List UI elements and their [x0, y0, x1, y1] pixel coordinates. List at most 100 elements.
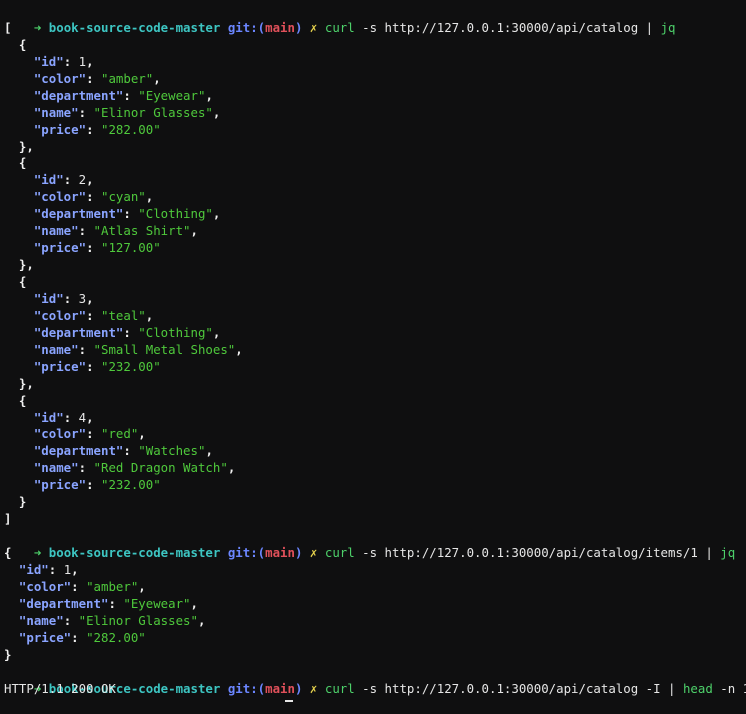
json-key: "name"	[33, 460, 79, 476]
json-field-price: "price": "232.00"	[33, 477, 161, 493]
json-line: },	[18, 138, 34, 154]
prompt-branch: main	[265, 19, 295, 35]
json-field-name: "name": "Small Metal Shoes",	[33, 341, 243, 357]
json-value: "Elinor Glasses"	[93, 104, 213, 120]
json-field-id: "id": 1,	[33, 53, 94, 69]
json-value: 4	[78, 409, 87, 425]
prompt-line: ➜ book-source-code-master git:(main) ✗ c…	[33, 680, 746, 696]
json-line: ]	[4, 511, 12, 527]
json-field-price: "price": "282.00"	[33, 121, 161, 137]
json-field-department: "department": "Eyewear",	[18, 595, 198, 611]
json-key: "id"	[33, 290, 64, 306]
json-value: "Small Metal Shoes"	[93, 341, 236, 357]
pipe-command: head	[682, 680, 713, 696]
prompt-directory: book-source-code-master	[48, 545, 221, 561]
json-key: "id"	[18, 561, 49, 577]
json-key: "department"	[33, 206, 124, 222]
json-key: "price"	[33, 240, 87, 256]
json-value: "red"	[100, 426, 139, 442]
json-value: "amber"	[100, 70, 154, 86]
json-key: "price"	[33, 358, 87, 374]
json-line: }	[18, 494, 27, 510]
json-field-id: "id": 2,	[33, 172, 94, 188]
json-key: "color"	[33, 70, 87, 86]
json-value: 1	[78, 53, 87, 69]
prompt-line: ➜ book-source-code-master git:(main) ✗ c…	[33, 19, 676, 35]
prompt-branch: main	[265, 545, 295, 561]
json-value: "282.00"	[86, 629, 146, 645]
json-key: "id"	[33, 409, 64, 425]
json-field-price: "price": "282.00"	[18, 629, 146, 645]
json-key: "department"	[33, 324, 124, 340]
prompt-git-label: git:	[227, 545, 258, 561]
json-value: "amber"	[86, 578, 139, 594]
json-field-id: "id": 1,	[18, 561, 79, 577]
json-key: "color"	[33, 426, 87, 442]
prompt-line: ➜ book-source-code-master git:(main) ✗ c…	[33, 545, 736, 561]
json-value: "127.00"	[100, 240, 161, 256]
json-line: {	[18, 155, 27, 171]
prompt-git-label: git:	[227, 680, 258, 696]
json-key: "price"	[33, 477, 87, 493]
json-key: "color"	[33, 307, 87, 323]
json-line: {	[18, 392, 27, 408]
json-value: "232.00"	[100, 477, 161, 493]
prompt-branch: main	[265, 680, 295, 696]
command-args: -s http://127.0.0.1:30000/api/catalog |	[354, 19, 661, 35]
json-line: },	[18, 375, 34, 391]
command-name: curl	[324, 680, 355, 696]
json-value: "232.00"	[100, 358, 161, 374]
json-value: 2	[78, 172, 87, 188]
json-field-color: "color": "teal",	[33, 307, 154, 323]
json-key: "color"	[33, 189, 87, 205]
json-field-department: "department": "Eyewear",	[33, 87, 213, 103]
json-key: "name"	[18, 612, 64, 628]
command-name: curl	[324, 19, 355, 35]
json-field-name: "name": "Red Dragon Watch",	[33, 460, 236, 476]
json-field-name: "name": "Elinor Glasses",	[33, 104, 221, 120]
json-key: "name"	[33, 341, 79, 357]
prompt-git-label: git:	[227, 19, 258, 35]
json-key: "department"	[18, 595, 109, 611]
json-field-color: "color": "cyan",	[33, 189, 154, 205]
json-field-id: "id": 4,	[33, 409, 94, 425]
json-key: "price"	[33, 121, 87, 137]
json-field-department: "department": "Clothing",	[33, 324, 221, 340]
command-name: curl	[324, 545, 355, 561]
json-value: "Clothing"	[138, 324, 213, 340]
json-field-name: "name": "Atlas Shirt",	[33, 223, 198, 239]
json-field-id: "id": 3,	[33, 290, 94, 306]
json-key: "name"	[33, 104, 79, 120]
command-args: -s http://127.0.0.1:30000/api/catalog/it…	[354, 545, 721, 561]
pipe-command: jq	[720, 545, 736, 561]
json-value: "Watches"	[138, 443, 206, 459]
item-json-output: { "id": 1, "color": "amber", "department…	[0, 545, 746, 664]
catalog-json-output: [ { "id": 1, "color": "amber", "departme…	[0, 20, 746, 528]
json-line: }	[4, 646, 12, 662]
json-value: "Elinor Glasses"	[78, 612, 198, 628]
json-field-color: "color": "amber",	[33, 70, 161, 86]
json-value: "Atlas Shirt"	[93, 223, 191, 239]
json-line: {	[18, 36, 27, 52]
terminal-window[interactable]: ➜ book-source-code-master git:(main) ✗ c…	[0, 0, 746, 705]
json-line: {	[18, 274, 27, 289]
json-field-department: "department": "Clothing",	[33, 206, 221, 222]
json-field-department: "department": "Watches",	[33, 443, 213, 459]
json-value: "Clothing"	[138, 206, 213, 222]
json-value: 3	[78, 290, 87, 306]
json-value: "Red Dragon Watch"	[93, 460, 228, 476]
json-value: "Eyewear"	[123, 595, 191, 611]
prompt-directory: book-source-code-master	[48, 19, 221, 35]
json-key: "id"	[33, 172, 64, 188]
json-field-color: "color": "amber",	[18, 578, 146, 594]
command-args: -s http://127.0.0.1:30000/api/catalog -I…	[354, 680, 683, 696]
json-value: "Eyewear"	[138, 87, 206, 103]
json-key: "id"	[33, 53, 64, 69]
json-field-price: "price": "127.00"	[33, 240, 161, 256]
json-field-color: "color": "red",	[33, 426, 146, 442]
json-key: "name"	[33, 223, 79, 239]
json-key: "department"	[33, 443, 124, 459]
json-value: "282.00"	[100, 121, 161, 137]
json-field-name: "name": "Elinor Glasses",	[18, 612, 206, 628]
json-value: "teal"	[100, 307, 146, 323]
